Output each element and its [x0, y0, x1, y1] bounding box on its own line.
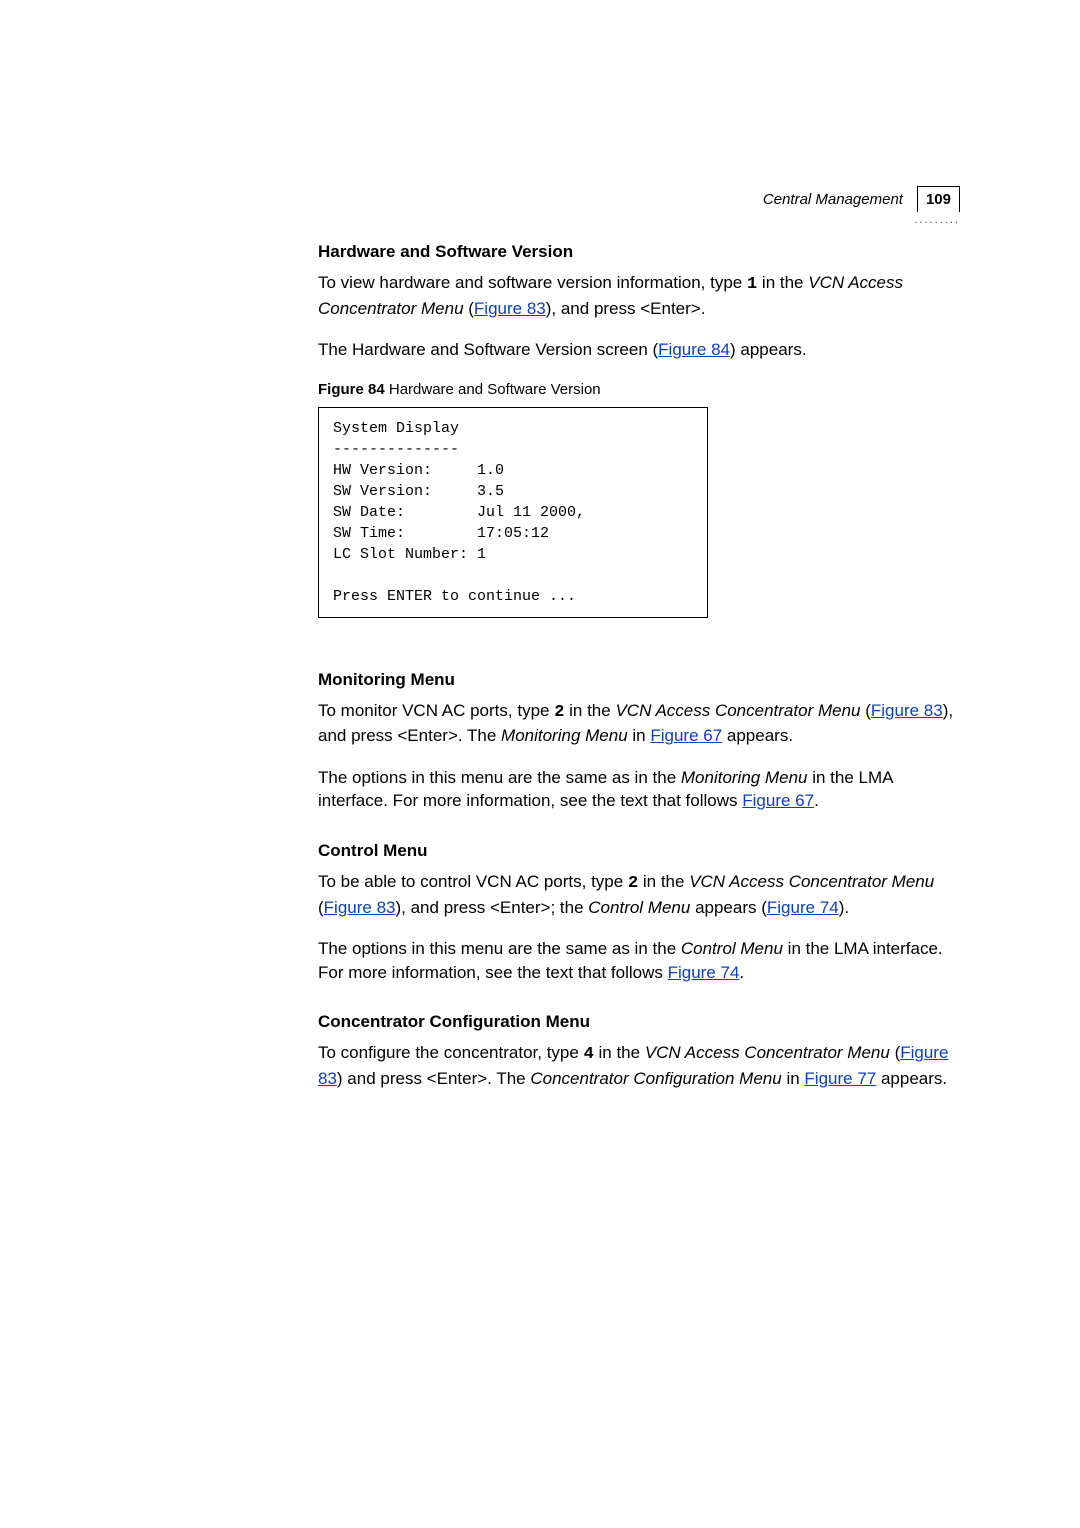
- text: (: [860, 701, 870, 720]
- text: To be able to control VCN AC ports, type: [318, 872, 628, 891]
- text: ).: [839, 898, 849, 917]
- figure-84-caption: Figure 84 Hardware and Software Version: [318, 380, 960, 401]
- text: appears.: [876, 1069, 947, 1088]
- text: (: [890, 1043, 900, 1062]
- para-hw-sw-intro: To view hardware and software version in…: [318, 271, 960, 320]
- link-figure-83[interactable]: Figure 83: [324, 898, 396, 917]
- text: To monitor VCN AC ports, type: [318, 701, 554, 720]
- figure-84-code: System Display -------------- HW Version…: [318, 407, 708, 618]
- text: ) appears.: [730, 340, 807, 359]
- menu-name: Control Menu: [681, 939, 783, 958]
- figure-caption-text: Hardware and Software Version: [385, 381, 601, 398]
- text: in the: [638, 872, 689, 891]
- text: appears (: [690, 898, 767, 917]
- body-content: Hardware and Software Version To view ha…: [318, 240, 960, 1090]
- link-figure-83[interactable]: Figure 83: [871, 701, 943, 720]
- menu-name: Control Menu: [588, 898, 690, 917]
- menu-name: Monitoring Menu: [681, 768, 808, 787]
- key-4: 4: [584, 1045, 594, 1064]
- text: The options in this menu are the same as…: [318, 939, 681, 958]
- text: ) and press <Enter>. The: [337, 1069, 530, 1088]
- para-control-2: The options in this menu are the same as…: [318, 937, 960, 984]
- text: .: [739, 963, 744, 982]
- text: in the: [757, 273, 808, 292]
- menu-name: VCN Access Concentrator Menu: [645, 1043, 890, 1062]
- text: appears.: [722, 726, 793, 745]
- page-container: Central Management 109 ......... Hardwar…: [0, 0, 1080, 1208]
- key-2: 2: [628, 874, 638, 893]
- page-number: 109: [917, 186, 960, 212]
- running-header: Central Management 109: [763, 186, 960, 212]
- menu-name: VCN Access Concentrator Menu: [689, 872, 934, 891]
- para-concentrator-1: To configure the concentrator, type 4 in…: [318, 1041, 960, 1090]
- text: To configure the concentrator, type: [318, 1043, 584, 1062]
- header-dots: .........: [914, 214, 960, 226]
- link-figure-67[interactable]: Figure 67: [742, 791, 814, 810]
- key-1: 1: [747, 275, 757, 294]
- link-figure-74[interactable]: Figure 74: [767, 898, 839, 917]
- menu-name: Concentrator Configuration Menu: [530, 1069, 781, 1088]
- text: in: [782, 1069, 805, 1088]
- key-2: 2: [554, 703, 564, 722]
- text: ), and press <Enter>.: [546, 299, 706, 318]
- link-figure-77[interactable]: Figure 77: [804, 1069, 876, 1088]
- figure-label: Figure 84: [318, 381, 385, 398]
- text: ), and press <Enter>; the: [396, 898, 589, 917]
- text: .: [814, 791, 819, 810]
- para-monitoring-2: The options in this menu are the same as…: [318, 766, 960, 813]
- para-control-1: To be able to control VCN AC ports, type…: [318, 870, 960, 919]
- heading-hw-sw-version: Hardware and Software Version: [318, 240, 960, 263]
- text: To view hardware and software version in…: [318, 273, 747, 292]
- link-figure-74[interactable]: Figure 74: [668, 963, 740, 982]
- heading-concentrator-config: Concentrator Configuration Menu: [318, 1010, 960, 1033]
- header-section-title: Central Management: [763, 191, 903, 208]
- menu-name: VCN Access Concentrator Menu: [615, 701, 860, 720]
- text: The options in this menu are the same as…: [318, 768, 681, 787]
- text: (: [464, 299, 474, 318]
- para-monitoring-1: To monitor VCN AC ports, type 2 in the V…: [318, 699, 960, 748]
- menu-name: Monitoring Menu: [501, 726, 628, 745]
- text: in: [628, 726, 651, 745]
- link-figure-84[interactable]: Figure 84: [658, 340, 730, 359]
- link-figure-83[interactable]: Figure 83: [474, 299, 546, 318]
- link-figure-67[interactable]: Figure 67: [650, 726, 722, 745]
- text: in the: [564, 701, 615, 720]
- para-hw-sw-screen: The Hardware and Software Version screen…: [318, 338, 960, 361]
- heading-control-menu: Control Menu: [318, 839, 960, 862]
- text: The Hardware and Software Version screen…: [318, 340, 658, 359]
- heading-monitoring-menu: Monitoring Menu: [318, 668, 960, 691]
- text: in the: [594, 1043, 645, 1062]
